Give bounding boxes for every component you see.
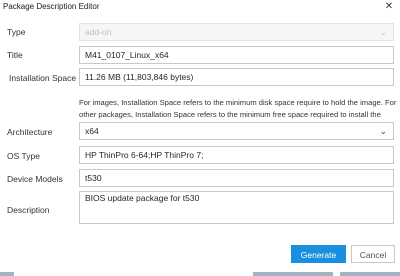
title-bar: Package Description Editor ✕ (0, 0, 400, 14)
generate-button[interactable]: Generate (291, 245, 346, 263)
description-label: Description (7, 205, 50, 215)
device-models-label: Device Models (7, 174, 63, 184)
cancel-button[interactable]: Cancel (351, 245, 395, 263)
close-icon[interactable]: ✕ (381, 0, 397, 14)
chevron-down-icon: ⌄ (379, 27, 387, 37)
installation-space-value: 11.26 MB (11,803,846 bytes) (85, 72, 194, 82)
bottom-edge (0, 271, 400, 276)
os-type-input[interactable]: HP ThinPro 6-64;HP ThinPro 7; (79, 146, 394, 164)
device-models-value: t530 (85, 173, 102, 183)
architecture-select[interactable]: x64 ⌄ (79, 122, 394, 140)
window-title: Package Description Editor (3, 2, 100, 11)
background-window-fragment (253, 272, 333, 276)
type-label: Type (7, 27, 26, 37)
title-input[interactable]: M41_0107_Linux_x64 (79, 46, 394, 64)
os-type-value: HP ThinPro 6-64;HP ThinPro 7; (85, 150, 204, 160)
description-textarea[interactable]: BIOS update package for t530 (79, 191, 394, 224)
background-window-fragment (340, 272, 400, 276)
type-value: add-on (85, 27, 112, 37)
background-window-fragment (0, 272, 14, 276)
device-models-input[interactable]: t530 (79, 169, 394, 187)
title-value: M41_0107_Linux_x64 (85, 50, 169, 60)
installation-space-input[interactable]: 11.26 MB (11,803,846 bytes) (79, 68, 394, 86)
architecture-label: Architecture (7, 127, 53, 137)
os-type-label: OS Type (7, 151, 40, 161)
chevron-down-icon: ⌄ (379, 126, 387, 136)
installation-space-label-text: Installation Space (9, 73, 77, 83)
type-select[interactable]: add-on ⌄ (79, 23, 394, 41)
title-label: Title (7, 50, 23, 60)
description-value: BIOS update package for t530 (85, 193, 200, 203)
architecture-value: x64 (85, 126, 99, 136)
installation-space-label: Installation Spacei (9, 73, 88, 84)
